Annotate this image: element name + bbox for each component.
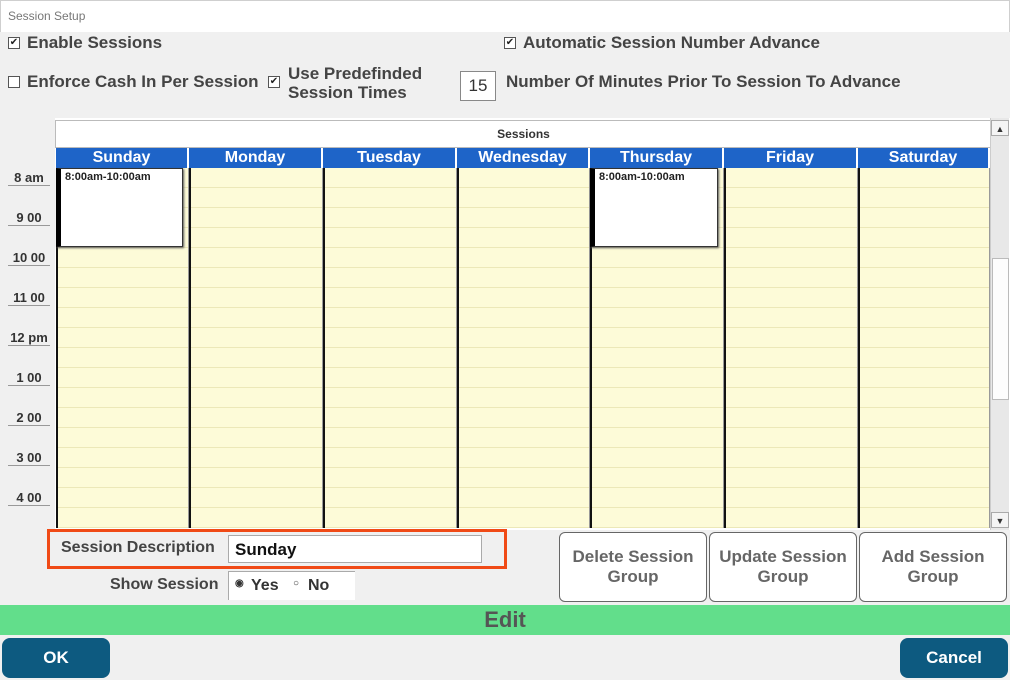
enforce-cash-label: Enforce Cash In Per Session: [27, 72, 259, 91]
yes-radio-icon[interactable]: ◉: [235, 578, 244, 589]
auto-advance-checkbox[interactable]: ✔: [504, 37, 516, 49]
minutes-prior-input[interactable]: 15: [460, 71, 496, 101]
time-label: 1 00: [8, 370, 50, 386]
time-label: 12 pm: [8, 330, 50, 346]
session-description-label: Session Description: [61, 539, 215, 556]
update-button-line2: Group: [757, 567, 809, 586]
enable-sessions-checkbox[interactable]: ✔: [8, 37, 20, 49]
session-description-input[interactable]: Sunday: [228, 535, 482, 563]
day-header-monday: Monday: [189, 148, 323, 168]
day-column-wednesday[interactable]: [457, 168, 590, 528]
time-label: 10 00: [8, 250, 50, 266]
session-block-sunday[interactable]: 8:00am-10:00am: [56, 168, 183, 247]
scroll-thumb[interactable]: [992, 258, 1009, 400]
day-column-friday[interactable]: [724, 168, 858, 528]
yes-radio-label[interactable]: Yes: [251, 577, 279, 595]
ok-button[interactable]: OK: [2, 638, 110, 678]
edit-mode-bar: Edit: [0, 605, 1010, 635]
day-column-saturday[interactable]: [858, 168, 990, 528]
time-column: 8 am 9 00 10 00 11 00 12 pm 1 00 2 00 3 …: [0, 118, 55, 530]
delete-button-line1: Delete Session: [572, 547, 694, 566]
no-radio-label[interactable]: No: [308, 577, 329, 595]
window-title: Session Setup: [8, 9, 86, 23]
day-column-monday[interactable]: [189, 168, 323, 528]
update-session-group-button[interactable]: Update Session Group: [709, 532, 857, 602]
minutes-prior-label: Number Of Minutes Prior To Session To Ad…: [506, 72, 901, 91]
predefined-times-label-line2: Session Times: [288, 83, 407, 102]
time-label: 11 00: [8, 290, 50, 306]
session-block-thursday[interactable]: 8:00am-10:00am: [590, 168, 718, 247]
day-header-saturday: Saturday: [858, 148, 990, 168]
enforce-cash-checkbox[interactable]: [8, 76, 20, 88]
show-session-label: Show Session: [110, 576, 219, 593]
time-label: 8 am: [8, 170, 50, 186]
cancel-button[interactable]: Cancel: [900, 638, 1008, 678]
title-bar: [0, 0, 1010, 32]
show-session-radio-group: ◉ Yes ○ No: [228, 571, 355, 600]
auto-advance-label: Automatic Session Number Advance: [523, 33, 820, 52]
enable-sessions-label: Enable Sessions: [27, 33, 163, 52]
delete-button-line2: Group: [607, 567, 659, 586]
predefined-times-label-line1: Use Predefinded: [288, 64, 423, 83]
predefined-times-checkbox[interactable]: ✔: [268, 76, 280, 88]
update-button-line1: Update Session: [719, 547, 847, 566]
time-label: 4 00: [8, 490, 50, 506]
day-header-wednesday: Wednesday: [457, 148, 590, 168]
scroll-up-icon[interactable]: ▲: [991, 120, 1009, 136]
day-header-tuesday: Tuesday: [323, 148, 457, 168]
no-radio-icon[interactable]: ○: [293, 578, 299, 589]
time-label: 3 00: [8, 450, 50, 466]
vertical-scrollbar[interactable]: ▲ ▼: [990, 118, 1009, 530]
sessions-header: Sessions: [55, 120, 992, 148]
day-header-thursday: Thursday: [590, 148, 724, 168]
add-button-line1: Add Session: [881, 547, 985, 566]
time-label: 2 00: [8, 410, 50, 426]
delete-session-group-button[interactable]: Delete Session Group: [559, 532, 707, 602]
time-label: 9 00: [8, 210, 50, 226]
day-header-friday: Friday: [724, 148, 858, 168]
add-button-line2: Group: [907, 567, 959, 586]
scroll-down-icon[interactable]: ▼: [991, 512, 1009, 528]
day-header-sunday: Sunday: [56, 148, 189, 168]
day-column-tuesday[interactable]: [323, 168, 457, 528]
add-session-group-button[interactable]: Add Session Group: [859, 532, 1007, 602]
